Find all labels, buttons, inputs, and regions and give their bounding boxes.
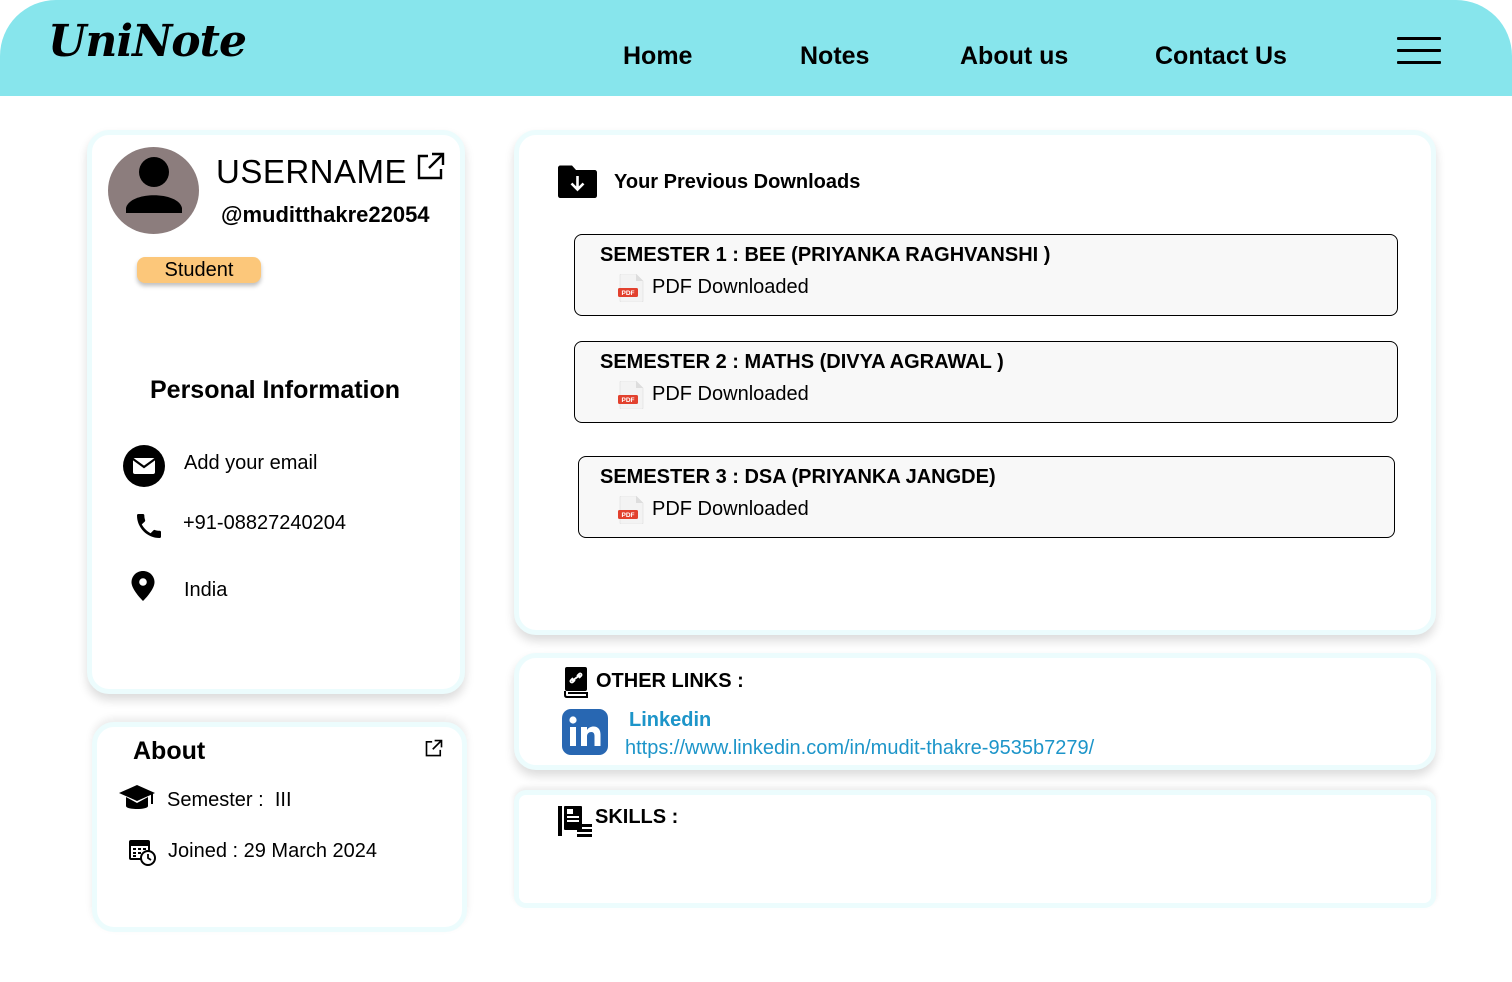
pdf-file-icon: PDF [618,380,644,410]
joined-date: Joined : 29 March 2024 [168,840,378,862]
calendar-clock-icon [128,838,156,866]
avatar[interactable] [108,147,199,234]
about-title: About [133,737,206,765]
downloads-title: Your Previous Downloads [614,171,861,193]
download-item[interactable]: SEMESTER 3 : DSA (PRIYANKA JANGDE) PDF P… [578,456,1395,538]
linkedin-name-link[interactable]: Linkedin [629,709,711,732]
download-item[interactable]: SEMESTER 1 : BEE (PRIYANKA RAGHVANSHI ) … [574,234,1398,316]
email-field[interactable]: Add your email [184,452,317,475]
nav-about-us[interactable]: About us [960,42,1068,71]
pdf-icon-label: PDF [622,397,635,404]
semester-row: Semester : III [167,789,292,812]
download-folder-icon [558,165,597,198]
role-badge: Student [137,257,261,283]
personal-information-title: Personal Information [150,376,401,404]
semester-value: III [274,789,292,811]
other-links-title: OTHER LINKS : [596,670,744,692]
pdf-icon-label: PDF [622,290,635,297]
link-book-icon [563,666,589,698]
edit-about-external-icon[interactable] [424,738,444,758]
download-item-status: PDF Downloaded [652,276,809,298]
linkedin-url-link[interactable]: https://www.linkedin.com/in/mudit-thakre… [625,737,1094,760]
semester-label: Semester : [167,789,264,811]
phone-number: +91-08827240204 [183,512,346,534]
linkedin-logo-icon[interactable] [562,709,608,755]
pdf-icon-label: PDF [622,512,635,519]
download-item-status: PDF Downloaded [652,498,809,520]
nav-contact-us[interactable]: Contact Us [1155,42,1287,71]
skills-books-icon [557,805,593,839]
download-item-title: SEMESTER 3 : DSA (PRIYANKA JANGDE) [600,466,996,488]
nav-home[interactable]: Home [623,42,692,71]
location: India [184,579,228,601]
user-handle: @muditthakre22054 [221,202,430,227]
graduation-cap-icon [118,782,156,816]
pdf-file-icon: PDF [618,273,644,303]
download-item[interactable]: SEMESTER 2 : MATHS (DIVYA AGRAWAL ) PDF … [574,341,1398,423]
location-pin-icon [130,570,156,602]
edit-profile-external-icon[interactable] [415,150,447,182]
logo[interactable]: UniNote [48,16,247,67]
username: USERNAME [216,153,408,190]
nav-notes[interactable]: Notes [800,42,869,71]
download-item-title: SEMESTER 1 : BEE (PRIYANKA RAGHVANSHI ) [600,244,1051,266]
download-item-title: SEMESTER 2 : MATHS (DIVYA AGRAWAL ) [600,351,1004,373]
email-icon [123,445,165,487]
hamburger-menu-icon[interactable] [1397,37,1441,69]
phone-icon [133,510,165,542]
skills-title: SKILLS : [595,806,679,828]
download-item-status: PDF Downloaded [652,383,809,405]
top-navbar: UniNote Home Notes About us Contact Us [0,0,1512,96]
pdf-file-icon: PDF [618,495,644,525]
